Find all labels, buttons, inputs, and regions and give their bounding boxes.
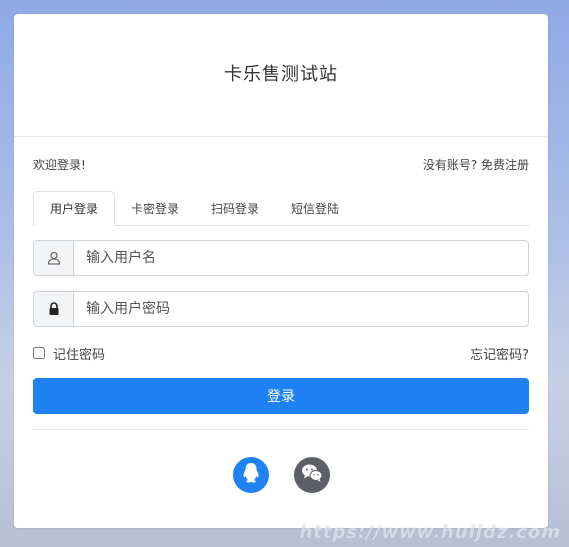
welcome-row: 欢迎登录! 没有账号? 免费注册 (33, 156, 529, 173)
tab-user-login[interactable]: 用户登录 (33, 191, 116, 226)
wechat-login-button[interactable] (293, 457, 330, 493)
password-input-group (33, 291, 529, 327)
card-header: 卡乐售测试站 (14, 14, 548, 137)
social-login-row (14, 457, 548, 493)
divider (33, 429, 529, 430)
lock-icon (34, 292, 74, 326)
forgot-password-link[interactable]: 忘记密码? (470, 344, 529, 363)
qq-icon (241, 462, 261, 488)
remember-checkbox[interactable] (33, 347, 45, 359)
login-card: 卡乐售测试站 欢迎登录! 没有账号? 免费注册 用户登录 卡密登录 扫码登录 短… (14, 14, 548, 528)
wechat-icon (301, 463, 323, 487)
password-input[interactable] (74, 292, 528, 326)
tab-qrcode-login[interactable]: 扫码登录 (195, 191, 275, 225)
welcome-text: 欢迎登录! (33, 158, 86, 172)
remember-label: 记住密码 (53, 347, 106, 363)
username-input[interactable] (74, 241, 528, 275)
user-icon (34, 241, 74, 275)
register-link[interactable]: 没有账号? 免费注册 (423, 156, 529, 173)
page-title: 卡乐售测试站 (224, 64, 338, 85)
tab-sms-login[interactable]: 短信登陆 (275, 191, 355, 225)
tab-card-login[interactable]: 卡密登录 (115, 191, 195, 225)
options-row: 记住密码 忘记密码? (33, 344, 529, 363)
qq-login-button[interactable] (232, 457, 269, 493)
remember-password[interactable]: 记住密码 (33, 344, 105, 363)
watermark: https://www.huijdz.com (299, 522, 561, 543)
login-button[interactable]: 登录 (33, 378, 529, 414)
login-tabs: 用户登录 卡密登录 扫码登录 短信登陆 (33, 191, 529, 226)
username-input-group (33, 240, 529, 276)
